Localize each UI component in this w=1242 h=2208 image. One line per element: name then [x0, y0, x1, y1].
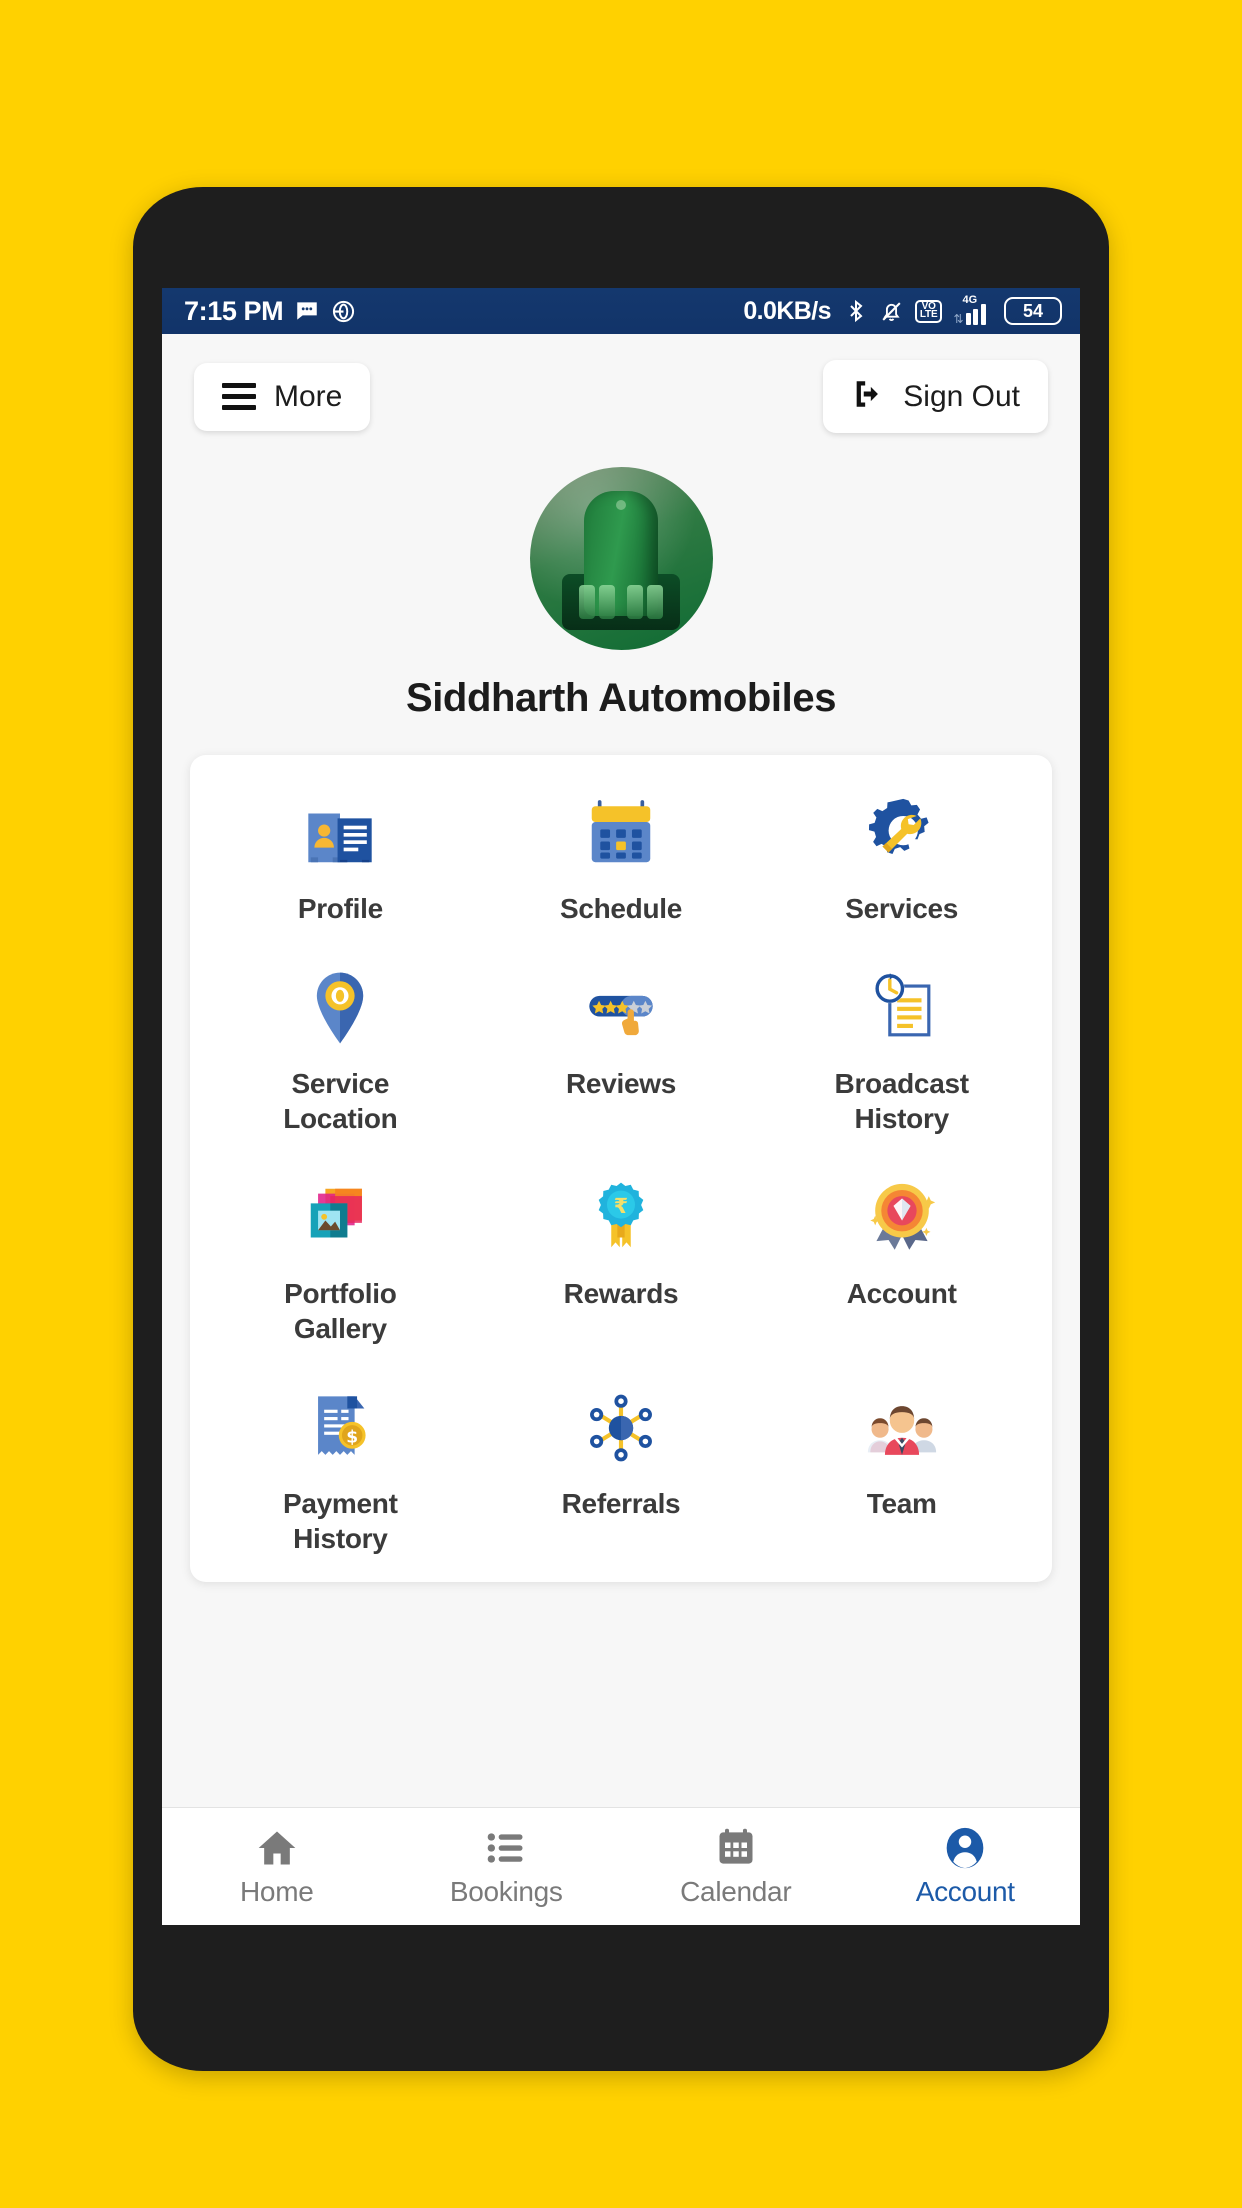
avatar[interactable] [529, 467, 713, 650]
more-button-label: More [274, 379, 343, 413]
data-arrows-icon: ⇅ [953, 312, 963, 326]
menu-tile-team[interactable]: Team [761, 1380, 1042, 1556]
menu-tile-reviews[interactable]: Reviews [481, 960, 762, 1136]
opera-icon [331, 299, 356, 324]
nav-calendar-icon [714, 1826, 758, 1870]
nav-item-home[interactable]: Home [162, 1808, 392, 1925]
notifications-muted-icon [879, 299, 904, 324]
menu-tile-label: Referrals [561, 1488, 681, 1519]
sign-out-button[interactable]: Sign Out [823, 360, 1048, 433]
bottom-navigation: Home Bookings Calendar Account [162, 1807, 1080, 1925]
nav-item-label: Home [240, 1875, 314, 1907]
profile-section: Siddharth Automobiles [162, 453, 1080, 755]
menu-tile-label: Team [866, 1488, 937, 1519]
menu-tile-label: Account [846, 1278, 957, 1309]
signal-icon: ⇅ 4G [953, 294, 993, 326]
menu-tile-label: Portfolio Gallery [284, 1278, 397, 1344]
clock-document-icon [860, 966, 944, 1050]
menu-tile-service-location[interactable]: Service Location [200, 960, 481, 1136]
nav-item-account[interactable]: Account [851, 1808, 1081, 1925]
nav-item-bookings[interactable]: Bookings [392, 1808, 622, 1925]
menu-tile-label: Service Location [283, 1068, 398, 1134]
person-icon [943, 1826, 987, 1870]
nav-item-label: Account [915, 1875, 1015, 1907]
menu-grid: Profile Schedule Services Service Location R… [200, 785, 1042, 1556]
bluetooth-icon [844, 299, 868, 323]
status-bar-right: 0.0KB/s VO LTE ⇅ 4G 54 [743, 294, 1062, 326]
rupee-badge-icon: ₹ [579, 1176, 663, 1260]
more-button[interactable]: More [194, 362, 371, 431]
menu-tile-payment-history[interactable]: $ Payment History [200, 1380, 481, 1556]
menu-tile-profile[interactable]: Profile [200, 785, 481, 926]
menu-tile-label: Services [845, 893, 959, 924]
menu-tile-referrals[interactable]: Referrals [481, 1380, 762, 1556]
menu-card: Profile Schedule Services Service Location R… [190, 755, 1052, 1582]
diamond-medal-icon [860, 1176, 944, 1260]
status-time: 7:15 PM [184, 295, 284, 326]
menu-tile-label: Payment History [283, 1488, 398, 1554]
svg-text:$: $ [347, 1428, 359, 1448]
id-card-icon [298, 791, 382, 875]
menu-tile-rewards[interactable]: ₹ Rewards [481, 1170, 762, 1346]
menu-tile-label: Schedule [559, 893, 683, 924]
menu-tile-broadcast-history[interactable]: Broadcast History [761, 960, 1042, 1136]
menu-tile-account[interactable]: Account [761, 1170, 1042, 1346]
business-name: Siddharth Automobiles [405, 676, 837, 720]
phone-frame: 7:15 PM 0.0KB/s VO LTE ⇅ 4G 54 More Sign… [133, 187, 1109, 2071]
battery-icon: 54 [1004, 297, 1062, 325]
network-type-label: 4G [962, 294, 978, 306]
menu-tile-schedule[interactable]: Schedule [481, 785, 762, 926]
logout-icon [851, 377, 885, 416]
menu-tile-label: Rewards [563, 1278, 679, 1309]
avatar-cap [616, 499, 626, 510]
network-speed: 0.0KB/s [743, 296, 831, 325]
sign-out-button-label: Sign Out [903, 379, 1020, 413]
invoice-dollar-icon: $ [298, 1386, 382, 1470]
volte-bottom: LTE [919, 309, 938, 320]
home-icon [255, 1826, 299, 1870]
hamburger-icon [222, 383, 256, 410]
nav-item-label: Calendar [680, 1875, 792, 1907]
phone-screen: 7:15 PM 0.0KB/s VO LTE ⇅ 4G 54 More Sign… [162, 288, 1080, 1925]
menu-tile-label: Broadcast History [834, 1068, 970, 1134]
volte-icon: VO LTE [914, 299, 943, 323]
menu-tile-label: Profile [297, 893, 383, 924]
status-bar: 7:15 PM 0.0KB/s VO LTE ⇅ 4G 54 [162, 288, 1080, 334]
gear-wrench-icon [860, 791, 944, 875]
nav-item-calendar[interactable]: Calendar [621, 1808, 851, 1925]
nav-item-label: Bookings [449, 1875, 563, 1907]
status-bar-left: 7:15 PM [184, 296, 356, 327]
star-rating-icon [579, 966, 663, 1050]
calendar-icon [579, 791, 663, 875]
people-group-icon [860, 1386, 944, 1470]
battery-level: 54 [1022, 300, 1044, 321]
menu-tile-label: Reviews [566, 1068, 676, 1099]
map-pin-icon [298, 966, 382, 1050]
network-nodes-icon [579, 1386, 663, 1470]
list-icon [484, 1826, 528, 1870]
photos-icon [298, 1176, 382, 1260]
menu-tile-portfolio-gallery[interactable]: Portfolio Gallery [200, 1170, 481, 1346]
menu-tile-services[interactable]: Services [761, 785, 1042, 926]
sms-icon [294, 298, 320, 324]
app-header: More Sign Out [162, 334, 1080, 453]
svg-text:₹: ₹ [614, 1194, 628, 1218]
